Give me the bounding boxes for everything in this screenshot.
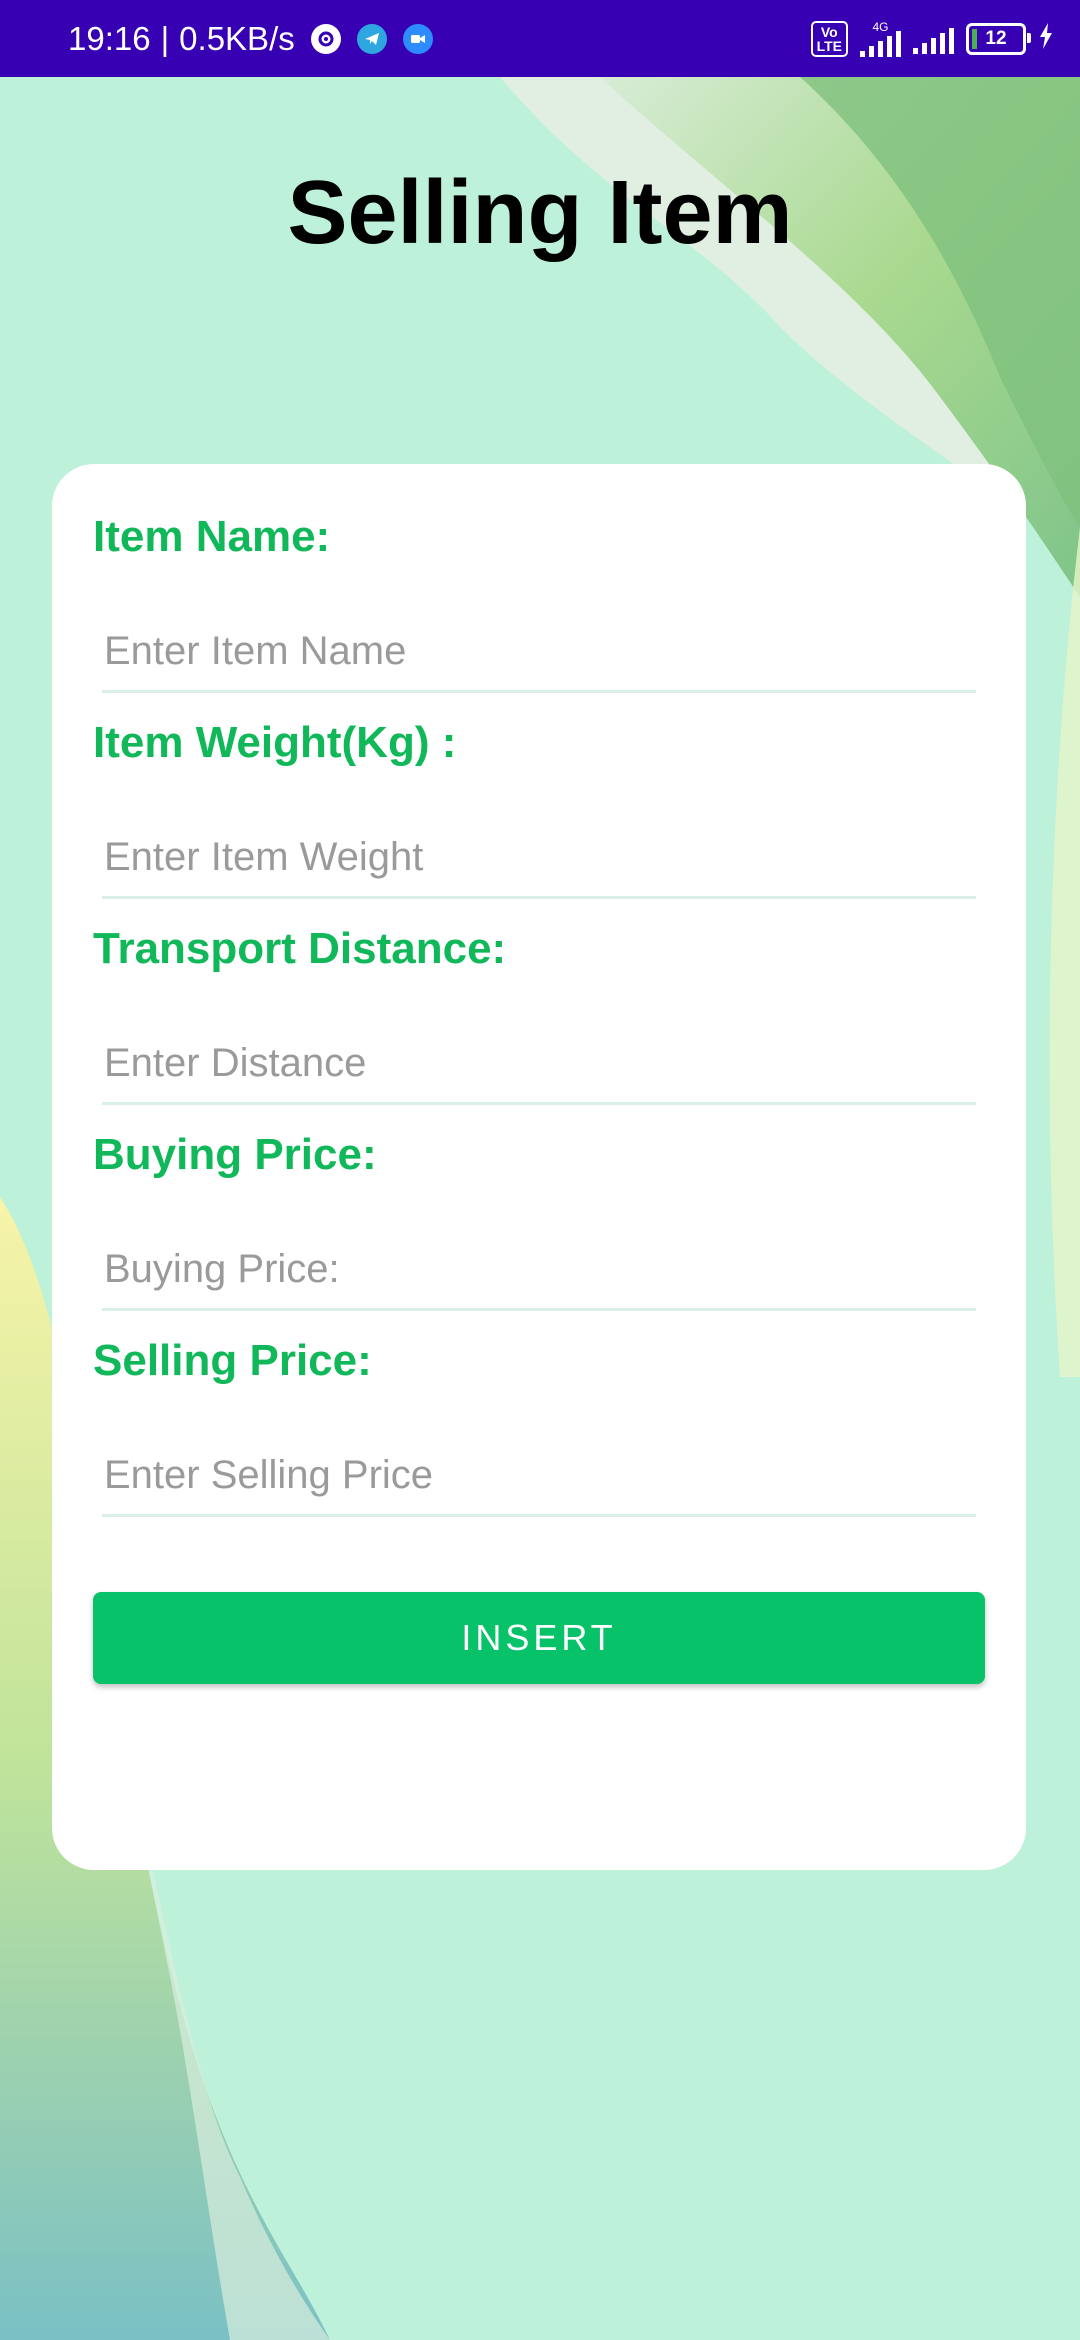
status-left: 19:16 | 0.5KB/s (68, 0, 433, 77)
status-bar: 19:16 | 0.5KB/s Vo LTE 4G 12 (0, 0, 1080, 77)
battery-icon: 12 (966, 22, 1031, 55)
form-card: Item Name: Item Weight(Kg) : Transport D… (52, 464, 1026, 1870)
item-weight-input[interactable] (102, 819, 976, 899)
telegram-icon (356, 23, 387, 54)
buying-price-label: Buying Price: (93, 1130, 377, 1179)
signal-icon-2 (913, 24, 954, 54)
settings-app-icon (310, 23, 341, 54)
transport-distance-label: Transport Distance: (93, 924, 507, 973)
battery-level: 12 (985, 27, 1007, 49)
item-weight-label: Item Weight(Kg) : (93, 718, 457, 767)
network-type: 4G (872, 19, 889, 34)
video-app-icon (402, 23, 433, 54)
item-name-input[interactable] (102, 613, 976, 693)
item-name-label: Item Name: (93, 512, 331, 561)
status-right: Vo LTE 4G 12 (810, 0, 1054, 77)
status-separator: | (160, 19, 170, 57)
transport-distance-input[interactable] (102, 1025, 976, 1105)
page-title: Selling Item (287, 163, 793, 263)
selling-price-input[interactable] (102, 1437, 976, 1517)
selling-price-label: Selling Price: (93, 1336, 372, 1385)
insert-button[interactable]: INSERT (93, 1592, 985, 1684)
charging-icon (1038, 23, 1054, 54)
buying-price-input[interactable] (102, 1231, 976, 1311)
network-speed: 0.5KB/s (179, 19, 295, 57)
volte-indicator: Vo LTE (810, 20, 848, 57)
network-indicator: 4G (860, 21, 901, 57)
clock: 19:16 (68, 19, 151, 57)
signal-icon (860, 30, 901, 57)
